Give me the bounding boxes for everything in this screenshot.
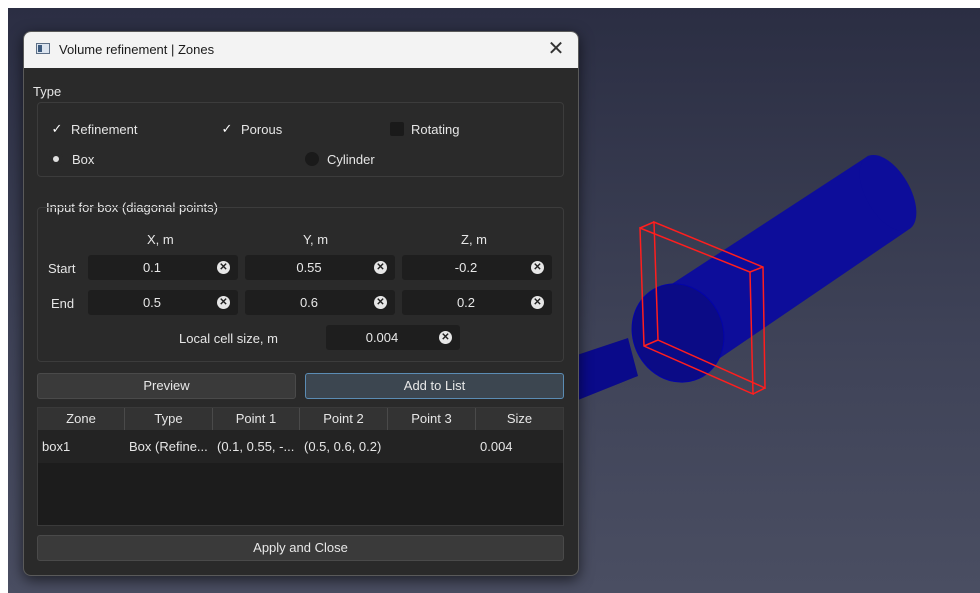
y-column-header: Y, m [303,232,329,247]
porous-label: Porous [241,122,283,137]
start-x-input[interactable] [88,255,238,280]
end-z-field[interactable]: ✕ [402,290,552,315]
title-bar: Volume refinement | Zones ✕ [24,32,578,68]
rotating-checkbox[interactable] [390,122,404,136]
refinement-label: Refinement [71,122,138,137]
column-header-size[interactable]: Size [476,408,563,430]
box-label: Box [72,152,95,167]
refinement-checkbox[interactable]: ✓ [50,122,64,136]
start-row-label: Start [48,261,76,276]
clear-icon[interactable]: ✕ [217,296,230,309]
cell-point1: (0.1, 0.55, -... [217,439,295,454]
clear-icon[interactable]: ✕ [531,261,544,274]
cell-size: 0.004 [480,439,513,454]
z-column-header: Z, m [461,232,487,247]
column-header-type[interactable]: Type [125,408,213,430]
end-x-input[interactable] [88,290,238,315]
start-y-field[interactable]: ✕ [245,255,395,280]
x-column-header: X, m [147,232,174,247]
end-z-input[interactable] [402,290,552,315]
cell-zone: box1 [42,439,71,454]
add-to-list-button[interactable]: Add to List [305,373,564,399]
type-group-label: Type [33,84,62,99]
apply-and-close-button[interactable]: Apply and Close [37,535,564,561]
box-radio[interactable] [49,152,63,166]
clear-icon[interactable]: ✕ [374,296,387,309]
clear-icon[interactable]: ✕ [217,261,230,274]
start-z-field[interactable]: ✕ [402,255,552,280]
end-x-field[interactable]: ✕ [88,290,238,315]
cell-type: Box (Refine... [129,439,208,454]
cylinder-label: Cylinder [327,152,375,167]
end-y-field[interactable]: ✕ [245,290,395,315]
window-icon [36,43,50,54]
cell-size-field[interactable]: ✕ [326,325,460,350]
zones-table[interactable]: Zone Type Point 1 Point 2 Point 3 Size b… [37,407,564,526]
column-header-point1[interactable]: Point 1 [213,408,300,430]
type-group [37,102,564,177]
column-header-point2[interactable]: Point 2 [300,408,388,430]
cell-size-label: Local cell size, m [179,331,278,346]
table-header: Zone Type Point 1 Point 2 Point 3 Size [38,408,563,430]
start-y-input[interactable] [245,255,395,280]
clear-icon[interactable]: ✕ [531,296,544,309]
close-button[interactable]: ✕ [534,32,578,68]
column-header-point3[interactable]: Point 3 [388,408,476,430]
clear-icon[interactable]: ✕ [439,331,452,344]
box-input-group [37,207,564,362]
volume-refinement-dialog: Volume refinement | Zones ✕ Type ✓ Refin… [23,31,579,576]
window-title: Volume refinement | Zones [59,42,215,57]
cell-point3 [388,430,476,463]
end-row-label: End [51,296,75,311]
preview-button[interactable]: Preview [37,373,296,399]
start-z-input[interactable] [402,255,552,280]
porous-checkbox[interactable]: ✓ [220,122,234,136]
table-row[interactable]: box1 Box (Refine... (0.1, 0.55, -... (0.… [38,430,563,463]
rotating-label: Rotating [411,122,460,137]
cylinder-radio[interactable] [305,152,319,166]
column-header-zone[interactable]: Zone [38,408,125,430]
cell-point2: (0.5, 0.6, 0.2) [304,439,382,454]
clear-icon[interactable]: ✕ [374,261,387,274]
end-y-input[interactable] [245,290,395,315]
start-x-field[interactable]: ✕ [88,255,238,280]
